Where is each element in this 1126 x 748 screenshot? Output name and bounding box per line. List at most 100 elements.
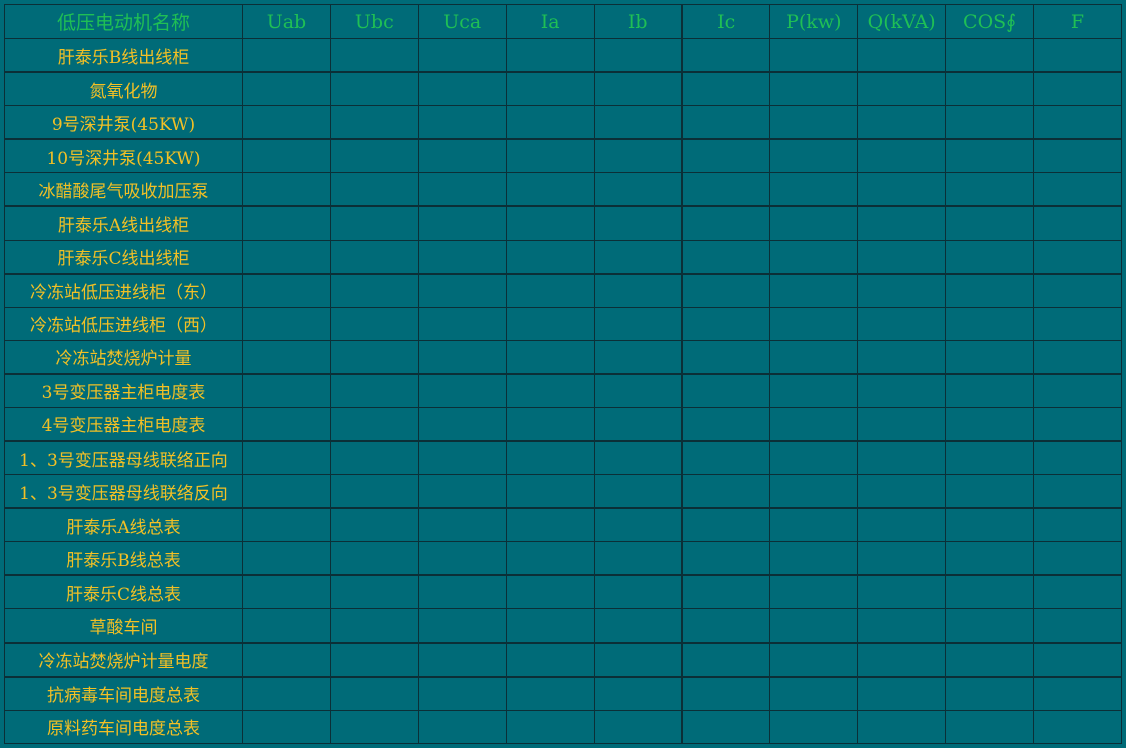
cell-f[interactable] bbox=[1033, 474, 1122, 509]
cell-cos[interactable] bbox=[945, 675, 1035, 711]
cell-ia[interactable] bbox=[505, 709, 595, 745]
cell-ic[interactable] bbox=[680, 608, 771, 644]
cell-ic[interactable] bbox=[680, 541, 771, 576]
cell-ubc[interactable] bbox=[329, 507, 419, 543]
cell-uca[interactable] bbox=[417, 239, 507, 275]
table-row[interactable]: 氮氧化物 bbox=[4, 71, 1122, 107]
cell-uca[interactable] bbox=[417, 38, 507, 73]
cell-ia[interactable] bbox=[505, 172, 595, 207]
cell-uca[interactable] bbox=[417, 439, 507, 476]
cell-cos[interactable] bbox=[945, 172, 1035, 207]
cell-ib[interactable] bbox=[593, 71, 683, 107]
cell-ubc[interactable] bbox=[329, 439, 419, 476]
cell-ib[interactable] bbox=[593, 272, 683, 308]
cell-ib[interactable] bbox=[593, 138, 683, 174]
table-row[interactable]: 原料药车间电度总表 bbox=[4, 709, 1122, 745]
cell-q[interactable] bbox=[857, 172, 947, 207]
cell-ubc[interactable] bbox=[329, 172, 419, 207]
cell-ib[interactable] bbox=[593, 709, 683, 745]
cell-ic[interactable] bbox=[680, 339, 771, 375]
cell-cos[interactable] bbox=[945, 709, 1035, 745]
cell-q[interactable] bbox=[857, 541, 947, 576]
cell-ib[interactable] bbox=[593, 205, 683, 241]
cell-f[interactable] bbox=[1033, 641, 1122, 678]
cell-uab[interactable] bbox=[242, 507, 331, 543]
cell-ic[interactable] bbox=[680, 306, 771, 341]
table-row[interactable]: 冷冻站低压进线柜（西） bbox=[4, 306, 1122, 341]
table-row[interactable]: 肝泰乐C线出线柜 bbox=[4, 239, 1122, 275]
cell-ubc[interactable] bbox=[329, 71, 419, 107]
cell-uab[interactable] bbox=[242, 272, 331, 308]
cell-uca[interactable] bbox=[417, 372, 507, 408]
cell-f[interactable] bbox=[1033, 71, 1122, 107]
cell-ic[interactable] bbox=[680, 272, 771, 308]
cell-ia[interactable] bbox=[505, 339, 595, 375]
cell-q[interactable] bbox=[857, 709, 947, 745]
cell-cos[interactable] bbox=[945, 641, 1035, 678]
cell-ib[interactable] bbox=[593, 675, 683, 711]
cell-uab[interactable] bbox=[242, 574, 331, 610]
cell-uab[interactable] bbox=[242, 71, 331, 107]
cell-p[interactable] bbox=[769, 105, 859, 140]
cell-ic[interactable] bbox=[680, 439, 771, 476]
cell-p[interactable] bbox=[769, 474, 859, 509]
cell-f[interactable] bbox=[1033, 406, 1122, 442]
cell-p[interactable] bbox=[769, 172, 859, 207]
cell-uca[interactable] bbox=[417, 675, 507, 711]
cell-cos[interactable] bbox=[945, 406, 1035, 442]
cell-q[interactable] bbox=[857, 339, 947, 375]
cell-q[interactable] bbox=[857, 71, 947, 107]
cell-q[interactable] bbox=[857, 272, 947, 308]
cell-q[interactable] bbox=[857, 406, 947, 442]
cell-ia[interactable] bbox=[505, 71, 595, 107]
cell-q[interactable] bbox=[857, 507, 947, 543]
cell-ib[interactable] bbox=[593, 406, 683, 442]
cell-ubc[interactable] bbox=[329, 138, 419, 174]
table-row[interactable]: 4号变压器主柜电度表 bbox=[4, 406, 1122, 442]
table-row[interactable]: 抗病毒车间电度总表 bbox=[4, 675, 1122, 711]
cell-ib[interactable] bbox=[593, 474, 683, 509]
table-row[interactable]: 肝泰乐B线总表 bbox=[4, 541, 1122, 576]
cell-uca[interactable] bbox=[417, 339, 507, 375]
cell-ib[interactable] bbox=[593, 439, 683, 476]
cell-ia[interactable] bbox=[505, 138, 595, 174]
cell-ubc[interactable] bbox=[329, 474, 419, 509]
cell-ib[interactable] bbox=[593, 507, 683, 543]
cell-p[interactable] bbox=[769, 541, 859, 576]
cell-cos[interactable] bbox=[945, 339, 1035, 375]
cell-q[interactable] bbox=[857, 138, 947, 174]
table-row[interactable]: 冷冻站低压进线柜（东） bbox=[4, 272, 1122, 308]
cell-ia[interactable] bbox=[505, 38, 595, 73]
table-row[interactable]: 1、3号变压器母线联络正向 bbox=[4, 439, 1122, 476]
cell-ubc[interactable] bbox=[329, 306, 419, 341]
cell-p[interactable] bbox=[769, 574, 859, 610]
cell-q[interactable] bbox=[857, 38, 947, 73]
cell-q[interactable] bbox=[857, 205, 947, 241]
cell-f[interactable] bbox=[1033, 239, 1122, 275]
cell-cos[interactable] bbox=[945, 239, 1035, 275]
cell-q[interactable] bbox=[857, 474, 947, 509]
cell-p[interactable] bbox=[769, 608, 859, 644]
cell-uab[interactable] bbox=[242, 205, 331, 241]
cell-uca[interactable] bbox=[417, 272, 507, 308]
cell-uca[interactable] bbox=[417, 474, 507, 509]
cell-ia[interactable] bbox=[505, 439, 595, 476]
cell-ic[interactable] bbox=[680, 675, 771, 711]
table-row[interactable]: 冰醋酸尾气吸收加压泵 bbox=[4, 172, 1122, 207]
cell-uca[interactable] bbox=[417, 608, 507, 644]
cell-ib[interactable] bbox=[593, 574, 683, 610]
cell-p[interactable] bbox=[769, 71, 859, 107]
cell-p[interactable] bbox=[769, 675, 859, 711]
cell-uca[interactable] bbox=[417, 105, 507, 140]
cell-cos[interactable] bbox=[945, 541, 1035, 576]
cell-ia[interactable] bbox=[505, 608, 595, 644]
cell-ic[interactable] bbox=[680, 105, 771, 140]
cell-uab[interactable] bbox=[242, 239, 331, 275]
cell-f[interactable] bbox=[1033, 541, 1122, 576]
cell-ic[interactable] bbox=[680, 71, 771, 107]
cell-ubc[interactable] bbox=[329, 105, 419, 140]
cell-cos[interactable] bbox=[945, 574, 1035, 610]
table-row[interactable]: 冷冻站焚烧炉计量 bbox=[4, 339, 1122, 375]
cell-ia[interactable] bbox=[505, 574, 595, 610]
cell-p[interactable] bbox=[769, 339, 859, 375]
